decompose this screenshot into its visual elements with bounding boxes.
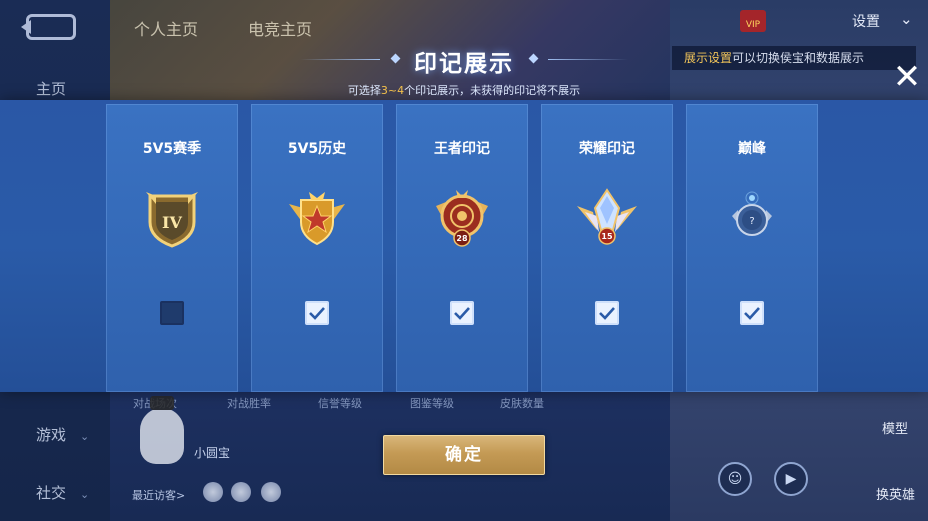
play-icon[interactable]: ▶ bbox=[774, 462, 808, 496]
svg-text:?: ? bbox=[749, 216, 754, 227]
mascot-avatar[interactable] bbox=[140, 396, 184, 464]
stat-label: 对战胜率 bbox=[227, 397, 271, 410]
person-icon[interactable]: ☺ bbox=[718, 462, 752, 496]
svg-text:28: 28 bbox=[456, 234, 468, 243]
swap-hero-button[interactable]: 换英雄 bbox=[876, 484, 915, 503]
chevron-down-icon: ⌄ bbox=[80, 488, 90, 501]
emblem-card-king[interactable]: 王者印记 28 bbox=[396, 104, 528, 392]
emblem-card-glory[interactable]: 荣耀印记 15 bbox=[541, 104, 673, 392]
checkmark-icon bbox=[599, 307, 615, 320]
emblem-card-5v5-history[interactable]: 5V5历史 bbox=[251, 104, 383, 392]
season-iv-emblem-icon: IV bbox=[146, 192, 198, 248]
stat-label: 信誉等级 bbox=[318, 397, 362, 410]
close-icon[interactable]: ✕ bbox=[888, 58, 926, 96]
king-emblem-icon: 28 bbox=[436, 190, 488, 247]
nav-game[interactable]: 游戏 ⌄ bbox=[36, 424, 89, 445]
vip-badge: VIP bbox=[740, 10, 766, 32]
emblem-card-peak[interactable]: 巅峰 ? bbox=[686, 104, 818, 392]
model-button[interactable]: 模型 bbox=[882, 418, 908, 437]
visitor-avatar[interactable] bbox=[231, 482, 251, 502]
back-button[interactable] bbox=[21, 14, 76, 40]
visitor-avatar[interactable] bbox=[203, 482, 223, 502]
emblem-checkbox[interactable] bbox=[450, 301, 474, 325]
checkmark-icon bbox=[309, 307, 325, 320]
nav-social[interactable]: 社交 ⌄ bbox=[36, 482, 89, 503]
tab-personal-home[interactable]: 个人主页 bbox=[134, 16, 198, 40]
svg-text:IV: IV bbox=[162, 213, 182, 232]
card-label: 5V5历史 bbox=[287, 141, 347, 157]
stat-label: 图鉴等级 bbox=[410, 397, 454, 410]
peak-emblem-icon: ? bbox=[732, 191, 772, 236]
title-decoration bbox=[548, 59, 628, 60]
emblem-card-5v5-season[interactable]: 5V5赛季 IV bbox=[106, 104, 238, 392]
recent-visitors-link[interactable]: 最近访客> bbox=[132, 487, 185, 503]
modal-subtitle: 可选择3~4个印记展示，未获得的印记将不展示 bbox=[347, 84, 581, 97]
mascot-name: 小圆宝 bbox=[194, 446, 231, 460]
card-label: 巅峰 bbox=[738, 141, 766, 157]
emblem-checkbox[interactable] bbox=[595, 301, 619, 325]
emblem-checkbox[interactable] bbox=[305, 301, 329, 325]
chevron-down-icon: ⌄ bbox=[900, 10, 913, 28]
visitor-avatar[interactable] bbox=[261, 482, 281, 502]
glory-crystal-emblem-icon: 15 bbox=[577, 188, 637, 245]
checkmark-icon bbox=[744, 307, 760, 320]
card-label: 荣耀印记 bbox=[579, 141, 635, 157]
card-label: 5V5赛季 bbox=[142, 141, 202, 157]
stat-label: 皮肤数量 bbox=[500, 397, 544, 410]
chevron-down-icon: ⌄ bbox=[80, 430, 90, 443]
confirm-button[interactable]: 确定 bbox=[383, 435, 545, 475]
card-label: 王者印记 bbox=[434, 141, 490, 157]
modal-title: 印记展示 bbox=[414, 51, 514, 77]
settings-button[interactable]: 设置 bbox=[852, 11, 880, 31]
emblem-checkbox[interactable] bbox=[160, 301, 184, 325]
svg-text:15: 15 bbox=[601, 232, 613, 241]
star-winged-emblem-icon bbox=[289, 192, 345, 246]
checkmark-icon bbox=[454, 307, 470, 320]
emblem-checkbox[interactable] bbox=[740, 301, 764, 325]
tab-esports-home[interactable]: 电竞主页 bbox=[248, 16, 312, 40]
